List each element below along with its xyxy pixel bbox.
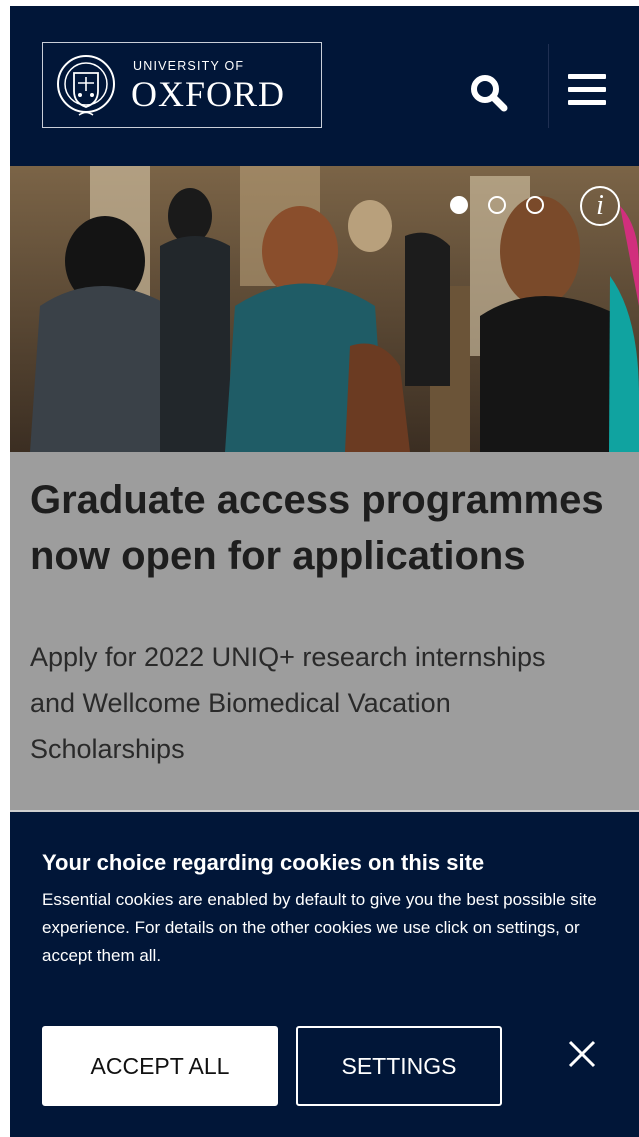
hamburger-menu-icon[interactable]: [568, 74, 612, 114]
hero-image: i: [10, 166, 639, 452]
logo-text-big: OXFORD: [131, 74, 286, 114]
cookie-heading: Your choice regarding cookies on this si…: [42, 850, 485, 875]
header-divider: [548, 44, 549, 128]
close-icon[interactable]: [564, 1036, 600, 1072]
hero-caption: Graduate access programmes now open for …: [10, 452, 639, 810]
info-icon[interactable]: i: [580, 186, 620, 226]
oxford-crest-icon: [57, 55, 115, 116]
hero-description: Apply for 2022 UNIQ+ research internship…: [30, 642, 546, 764]
carousel-dot-2[interactable]: [488, 196, 506, 214]
carousel-dot-3[interactable]: [526, 196, 544, 214]
cookie-banner: Your choice regarding cookies on this si…: [10, 812, 639, 1137]
carousel-dots: [450, 196, 564, 214]
university-logo[interactable]: UNIVERSITY OF OXFORD: [42, 42, 322, 128]
page: UNIVERSITY OF OXFORD i Graduate access p…: [10, 6, 639, 1137]
logo-text-small: UNIVERSITY OF: [133, 59, 245, 73]
cookie-body: Essential cookies are enabled by default…: [42, 890, 597, 965]
hero-title[interactable]: Graduate access programmes now open for …: [30, 472, 630, 584]
settings-button[interactable]: SETTINGS: [296, 1026, 502, 1106]
accept-all-button[interactable]: ACCEPT ALL: [42, 1026, 278, 1106]
carousel-dot-1[interactable]: [450, 196, 468, 214]
site-header: UNIVERSITY OF OXFORD: [10, 6, 639, 166]
search-icon[interactable]: [468, 72, 510, 114]
